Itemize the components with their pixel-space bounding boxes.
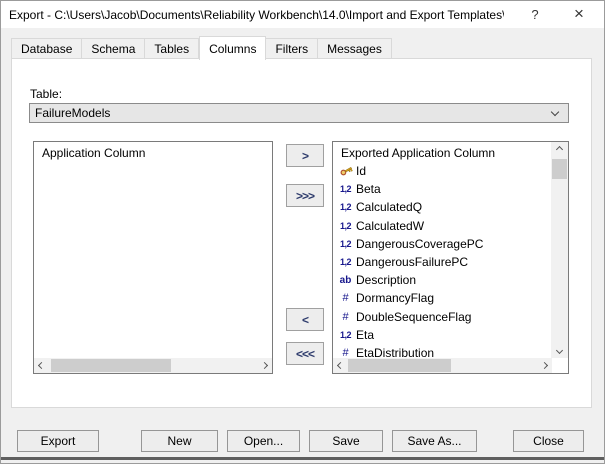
number-icon: 1,2 <box>337 239 354 249</box>
tab-strip: Database Schema Tables Columns Filters M… <box>11 35 392 59</box>
tab-database[interactable]: Database <box>11 38 82 59</box>
hash-icon: # <box>337 311 354 323</box>
list-item[interactable]: 1,2 CalculatedW <box>333 217 551 235</box>
application-column-header: Application Column <box>34 142 272 160</box>
number-icon: 1,2 <box>337 184 354 194</box>
help-button[interactable]: ? <box>518 1 552 27</box>
column-name: Eta <box>356 328 374 342</box>
move-all-right-button[interactable]: >>> <box>286 184 324 207</box>
list-item[interactable]: # EtaDistribution <box>333 344 551 358</box>
key-icon <box>337 164 354 178</box>
column-name: CalculatedW <box>356 219 424 233</box>
tab-columns[interactable]: Columns <box>199 36 266 60</box>
column-name: DangerousCoveragePC <box>356 237 483 251</box>
window-title: Export - C:\Users\Jacob\Documents\Reliab… <box>9 8 504 22</box>
list-item[interactable]: 1,2 DangerousCoveragePC <box>333 235 551 253</box>
right-list-hscrollbar[interactable] <box>333 358 552 373</box>
application-column-list[interactable]: Application Column <box>33 141 273 374</box>
tab-filters[interactable]: Filters <box>266 38 318 59</box>
right-list-vscrollbar[interactable] <box>551 142 568 358</box>
list-item[interactable]: 1,2 Beta <box>333 180 551 198</box>
column-name: Id <box>356 164 366 178</box>
close-button[interactable]: Close <box>513 430 584 452</box>
scroll-left-icon[interactable] <box>34 358 49 373</box>
table-combobox[interactable]: FailureModels <box>29 103 569 123</box>
tab-schema[interactable]: Schema <box>82 38 145 59</box>
list-item[interactable]: # DormancyFlag <box>333 289 551 307</box>
column-name: DormancyFlag <box>356 291 434 305</box>
exported-column-header: Exported Application Column <box>333 142 568 160</box>
export-button[interactable]: Export <box>17 430 99 452</box>
left-list-hscroll-thumb[interactable] <box>51 359 171 372</box>
columns-tab-page: Table: FailureModels Application Column … <box>11 58 592 408</box>
table-combobox-value: FailureModels <box>35 106 110 120</box>
save-button[interactable]: Save <box>309 430 383 452</box>
right-list-hscroll-thumb[interactable] <box>348 359 451 372</box>
scroll-down-icon[interactable] <box>552 343 567 358</box>
title-bar[interactable]: Export - C:\Users\Jacob\Documents\Reliab… <box>1 1 604 28</box>
right-list-vscroll-thumb[interactable] <box>552 159 567 179</box>
list-item[interactable]: 1,2 Eta <box>333 326 551 344</box>
list-item[interactable]: Id <box>333 162 551 180</box>
move-left-button[interactable]: < <box>286 308 324 331</box>
exported-column-list[interactable]: Exported Application Column <box>332 141 569 374</box>
column-name: Beta <box>356 182 381 196</box>
window-bottom-border <box>1 457 604 460</box>
number-icon: 1,2 <box>337 202 354 212</box>
column-name: Description <box>356 273 416 287</box>
move-all-left-button[interactable]: <<< <box>286 342 324 365</box>
list-item[interactable]: # DoubleSequenceFlag <box>333 308 551 326</box>
scroll-up-icon[interactable] <box>552 142 567 157</box>
text-icon: ab <box>337 275 354 286</box>
hash-icon: # <box>337 347 354 358</box>
left-list-hscrollbar[interactable] <box>34 358 272 373</box>
number-icon: 1,2 <box>337 221 354 231</box>
tab-messages[interactable]: Messages <box>318 38 392 59</box>
scroll-left-icon[interactable] <box>333 358 348 373</box>
number-icon: 1,2 <box>337 257 354 267</box>
list-item[interactable]: 1,2 DangerousFailurePC <box>333 253 551 271</box>
column-name: DoubleSequenceFlag <box>356 310 471 324</box>
move-right-button[interactable]: > <box>286 144 324 167</box>
save-as-button[interactable]: Save As... <box>392 430 477 452</box>
table-label: Table: <box>30 87 62 101</box>
list-item[interactable]: 1,2 CalculatedQ <box>333 198 551 216</box>
column-name: EtaDistribution <box>356 346 434 358</box>
chevron-down-icon <box>551 108 559 116</box>
hash-icon: # <box>337 292 354 304</box>
column-name: DangerousFailurePC <box>356 255 468 269</box>
scroll-right-icon[interactable] <box>257 358 272 373</box>
list-item[interactable]: ab Description <box>333 271 551 289</box>
exported-column-rows: Id 1,2 Beta 1,2 CalculatedQ 1,2 Calculat… <box>333 162 551 358</box>
tab-tables[interactable]: Tables <box>145 38 199 59</box>
scroll-right-icon[interactable] <box>537 358 552 373</box>
close-icon[interactable]: × <box>562 1 596 27</box>
number-icon: 1,2 <box>337 330 354 340</box>
column-name: CalculatedQ <box>356 200 422 214</box>
open-button[interactable]: Open... <box>227 430 300 452</box>
export-dialog: Export - C:\Users\Jacob\Documents\Reliab… <box>0 0 605 464</box>
new-button[interactable]: New <box>141 430 218 452</box>
